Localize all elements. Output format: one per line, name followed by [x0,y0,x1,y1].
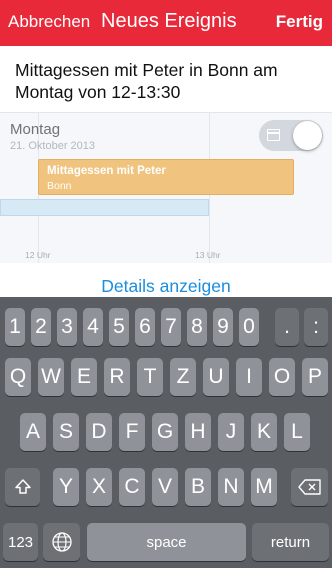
globe-key[interactable] [43,523,80,561]
key-r[interactable]: R [104,358,130,396]
key-1[interactable]: 1 [5,308,25,346]
key-8[interactable]: 8 [187,308,207,346]
keyboard: 1 2 3 4 5 6 7 8 9 0 . : Q W E R T Z U I … [0,297,332,568]
key-y[interactable]: Y [53,468,79,506]
key-b[interactable]: B [185,468,211,506]
backspace-key[interactable] [291,468,328,506]
nav-bar: Abbrechen Neues Ereignis Fertig [0,0,332,46]
key-7[interactable]: 7 [161,308,181,346]
key-v[interactable]: V [152,468,178,506]
shift-key[interactable] [5,468,40,506]
calendar-toggle[interactable] [259,120,323,151]
key-period[interactable]: . [275,308,299,346]
space-key[interactable]: space [87,523,246,561]
key-4[interactable]: 4 [83,308,103,346]
calendar-date-label: 21. Oktober 2013 [10,140,96,152]
key-3[interactable]: 3 [57,308,77,346]
key-e[interactable]: E [71,358,97,396]
key-j[interactable]: J [218,413,244,451]
key-o[interactable]: O [269,358,295,396]
key-q[interactable]: Q [5,358,31,396]
key-6[interactable]: 6 [135,308,155,346]
return-key[interactable]: return [252,523,329,561]
key-t[interactable]: T [137,358,163,396]
details-link-label[interactable]: Details anzeigen [101,276,230,297]
key-w[interactable]: W [38,358,64,396]
event-title: Mittagessen mit Peter [47,165,166,177]
backspace-icon [297,479,321,495]
time-tick-13: 13 Uhr [195,250,221,260]
details-link[interactable]: Details anzeigen [0,263,332,297]
globe-icon [51,532,72,552]
key-a[interactable]: A [20,413,46,451]
key-s[interactable]: S [53,413,79,451]
key-l[interactable]: L [284,413,310,451]
key-z[interactable]: Z [170,358,196,396]
calendar-icon [267,129,280,141]
key-0[interactable]: 0 [239,308,259,346]
page-title: Neues Ereignis [101,10,237,32]
key-u[interactable]: U [203,358,229,396]
calendar-preview: Montag 21. Oktober 2013 Mittagessen mit … [0,112,332,263]
key-p[interactable]: P [302,358,328,396]
key-d[interactable]: D [86,413,112,451]
key-n[interactable]: N [218,468,244,506]
existing-event-block [0,199,209,216]
cancel-button[interactable]: Abbrechen [8,12,90,32]
numbers-key[interactable]: 123 [3,523,38,561]
time-tick-12: 12 Uhr [25,250,51,260]
key-9[interactable]: 9 [213,308,233,346]
key-m[interactable]: M [251,468,277,506]
key-i[interactable]: I [236,358,262,396]
key-x[interactable]: X [86,468,112,506]
key-c[interactable]: C [119,468,145,506]
toggle-knob[interactable] [293,121,322,150]
calendar-day-label: Montag [10,121,61,138]
key-5[interactable]: 5 [109,308,129,346]
key-2[interactable]: 2 [31,308,51,346]
event-location: Bonn [47,180,72,192]
key-colon[interactable]: : [304,308,328,346]
event-block[interactable]: Mittagessen mit Peter Bonn [38,159,294,195]
event-input-text[interactable]: Mittagessen mit Peter in Bonn am Montag … [15,59,320,103]
event-input[interactable]: Mittagessen mit Peter in Bonn am Montag … [0,46,332,112]
key-k[interactable]: K [251,413,277,451]
shift-icon [14,479,31,494]
key-g[interactable]: G [152,413,178,451]
key-f[interactable]: F [119,413,145,451]
done-button[interactable]: Fertig [276,12,323,32]
key-h[interactable]: H [185,413,211,451]
